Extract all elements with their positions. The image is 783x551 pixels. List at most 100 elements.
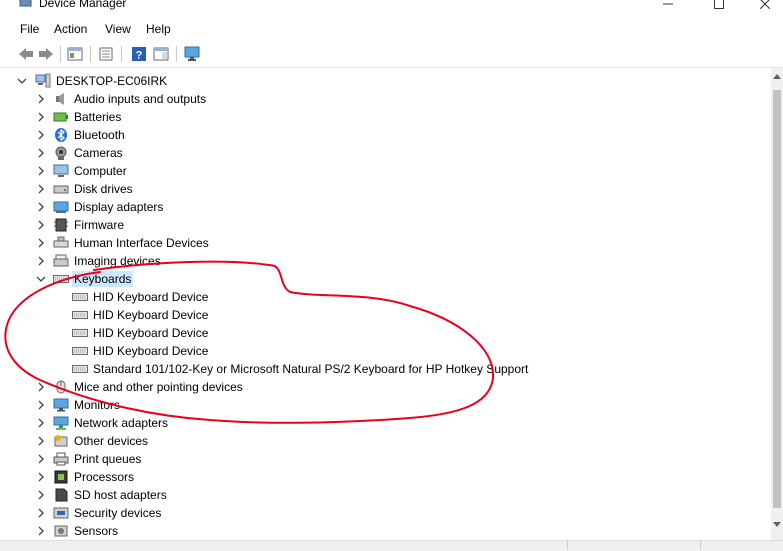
status-bar [0, 540, 783, 551]
keyboard-device-item[interactable]: HID Keyboard Device [0, 342, 771, 360]
chevron-right-icon[interactable] [36, 202, 46, 212]
toolbar-separator [60, 46, 61, 62]
chevron-right-icon[interactable] [36, 454, 46, 464]
category-label: Human Interface Devices [74, 236, 209, 250]
display-adapter-icon [53, 201, 69, 213]
back-button[interactable] [17, 45, 35, 63]
chevron-right-icon[interactable] [36, 184, 46, 194]
keyboard-device-item[interactable]: HID Keyboard Device [0, 324, 771, 342]
menu-file[interactable]: File [20, 22, 39, 36]
category-batteries[interactable]: Batteries [0, 108, 771, 126]
scan-hardware-button[interactable] [184, 45, 202, 63]
chevron-down-icon[interactable] [36, 274, 46, 284]
battery-icon [53, 112, 68, 122]
vertical-scrollbar[interactable] [771, 68, 783, 540]
category-label: Keyboards [72, 271, 134, 287]
chevron-right-icon[interactable] [36, 472, 46, 482]
chevron-right-icon[interactable] [36, 220, 46, 230]
category-label: Audio inputs and outputs [74, 92, 207, 106]
keyboard-device-item[interactable]: HID Keyboard Device [0, 306, 771, 324]
category-firmware[interactable]: Firmware [0, 216, 771, 234]
chevron-right-icon[interactable] [36, 166, 46, 176]
show-hide-console-tree-button[interactable] [66, 45, 84, 63]
chevron-right-icon[interactable] [36, 382, 46, 392]
chevron-right-icon[interactable] [36, 94, 46, 104]
category-label: Other devices [74, 434, 149, 448]
keyboard-icon [72, 293, 88, 301]
category-label: Processors [74, 470, 135, 484]
chevron-down-icon[interactable] [17, 76, 27, 86]
category-other-devices[interactable]: Other devices [0, 432, 771, 450]
category-label: Disk drives [74, 182, 133, 196]
chevron-right-icon[interactable] [36, 508, 46, 518]
menu-action[interactable]: Action [54, 22, 87, 36]
category-label: Cameras [74, 146, 123, 160]
tree-root[interactable]: DESKTOP-EC06IRK [0, 72, 771, 90]
help-button[interactable]: ? [130, 45, 148, 63]
category-label: Display adapters [74, 200, 164, 214]
category-monitors[interactable]: Monitors [0, 396, 771, 414]
keyboard-device-item[interactable]: Standard 101/102-Key or Microsoft Natura… [0, 360, 771, 378]
keyboard-device-label: HID Keyboard Device [93, 308, 209, 322]
view-pane-icon [153, 47, 169, 61]
category-label: Computer [74, 164, 127, 178]
status-bar-divider [700, 540, 701, 550]
category-computer[interactable]: Computer [0, 162, 771, 180]
category-bluetooth[interactable]: Bluetooth [0, 126, 771, 144]
category-print-queues[interactable]: Print queues [0, 450, 771, 468]
toolbar-separator [121, 46, 122, 62]
category-human-interface-devices[interactable]: Human Interface Devices [0, 234, 771, 252]
toolbar-separator [176, 46, 177, 62]
view-button[interactable] [152, 45, 170, 63]
chevron-right-icon[interactable] [36, 112, 46, 122]
status-bar-divider [567, 540, 568, 550]
category-keyboards[interactable]: Keyboards [0, 270, 771, 288]
chevron-right-icon[interactable] [36, 490, 46, 500]
category-display-adapters[interactable]: Display adapters [0, 198, 771, 216]
keyboard-device-label: Standard 101/102-Key or Microsoft Natura… [93, 362, 529, 376]
keyboard-device-label: HID Keyboard Device [93, 290, 209, 304]
chevron-right-icon[interactable] [36, 238, 46, 248]
security-icon [53, 507, 69, 519]
toolbar: ? [0, 41, 783, 68]
chevron-right-icon[interactable] [36, 400, 46, 410]
keyboard-icon [72, 365, 88, 373]
category-sensors[interactable]: Sensors [0, 522, 771, 540]
chevron-right-icon[interactable] [36, 148, 46, 158]
forward-button[interactable] [37, 45, 55, 63]
category-label: Monitors [74, 398, 121, 412]
mouse-icon [56, 380, 66, 394]
chevron-right-icon[interactable] [36, 418, 46, 428]
properties-button[interactable] [97, 45, 115, 63]
title-bar: Device Manager [0, 0, 783, 16]
vertical-scroll-thumb[interactable] [773, 90, 781, 508]
chevron-right-icon[interactable] [36, 526, 46, 536]
category-label: Bluetooth [74, 128, 125, 142]
speaker-icon [56, 93, 64, 105]
minimize-button[interactable] [645, 0, 691, 14]
category-mice-and-other-pointing-devices[interactable]: Mice and other pointing devices [0, 378, 771, 396]
category-label: Network adapters [74, 416, 169, 430]
chevron-right-icon[interactable] [36, 130, 46, 140]
scroll-up-arrow-icon[interactable] [773, 74, 781, 80]
category-security-devices[interactable]: Security devices [0, 504, 771, 522]
keyboard-device-label: HID Keyboard Device [93, 326, 209, 340]
camera-icon [55, 146, 67, 160]
category-network-adapters[interactable]: Network adapters [0, 414, 771, 432]
category-processors[interactable]: Processors [0, 468, 771, 486]
category-disk-drives[interactable]: Disk drives [0, 180, 771, 198]
category-cameras[interactable]: Cameras [0, 144, 771, 162]
category-audio-inputs-and-outputs[interactable]: Audio inputs and outputs [0, 90, 771, 108]
category-imaging-devices[interactable]: Imaging devices [0, 252, 771, 270]
menu-view[interactable]: View [105, 22, 131, 36]
menu-help[interactable]: Help [146, 22, 171, 36]
scroll-down-arrow-icon[interactable] [773, 522, 781, 528]
maximize-button[interactable] [696, 0, 742, 14]
category-label: SD host adapters [74, 488, 167, 502]
chevron-right-icon[interactable] [36, 256, 46, 266]
category-sd-host-adapters[interactable]: SD host adapters [0, 486, 771, 504]
chevron-right-icon[interactable] [36, 436, 46, 446]
keyboard-device-item[interactable]: HID Keyboard Device [0, 288, 771, 306]
sensor-icon [54, 525, 68, 537]
close-button[interactable] [742, 0, 783, 14]
